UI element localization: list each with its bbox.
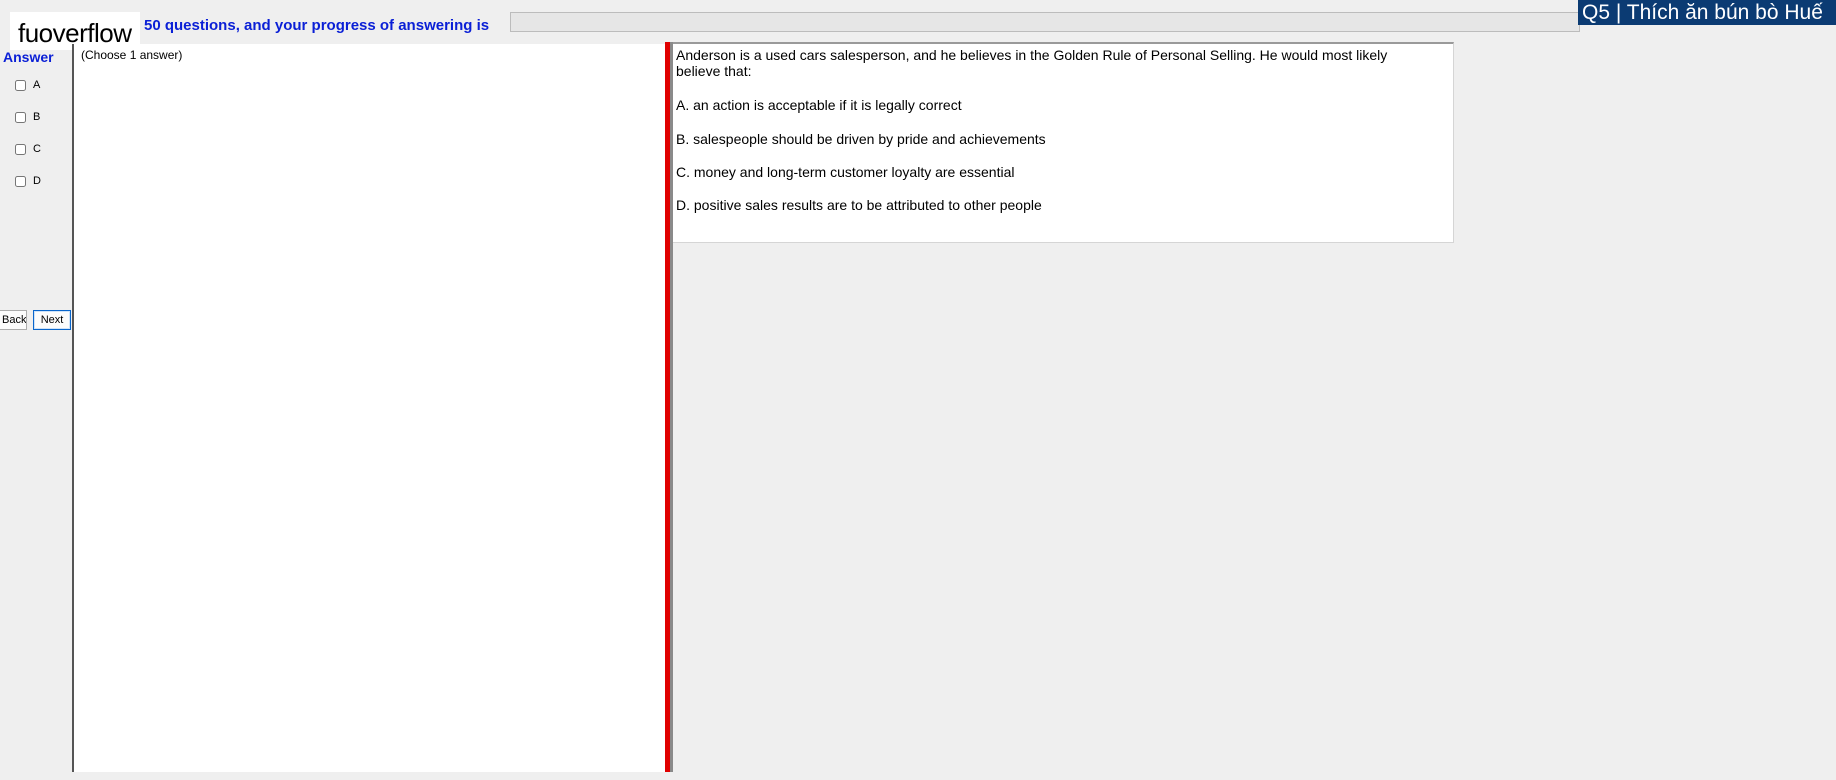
question-box: Anderson is a used cars salesperson, and…: [673, 42, 1454, 243]
choice-d-checkbox[interactable]: [15, 175, 26, 187]
option-d: D. positive sales results are to be attr…: [676, 197, 1042, 213]
choice-d-label: D: [33, 175, 41, 187]
choice-c-checkbox[interactable]: [15, 143, 26, 155]
choice-b-checkbox[interactable]: [15, 111, 26, 123]
back-button[interactable]: Back: [0, 310, 27, 330]
question-text: Anderson is a used cars salesperson, and…: [676, 47, 1388, 79]
option-c: C. money and long-term customer loyalty …: [676, 164, 1015, 180]
choice-a-label: A: [33, 79, 41, 91]
choice-c[interactable]: C: [15, 141, 41, 157]
answer-title: Answer: [3, 49, 54, 65]
progress-bar: [510, 12, 1580, 32]
choice-a-checkbox[interactable]: [15, 79, 26, 91]
choose-instruction: (Choose 1 answer): [81, 48, 183, 62]
choice-b[interactable]: B: [15, 109, 40, 125]
question-title-badge: Q5 | Thích ăn bún bò Huế: [1578, 0, 1836, 25]
choice-d[interactable]: D: [15, 173, 41, 189]
option-a: A. an action is acceptable if it is lega…: [676, 97, 962, 113]
choice-c-label: C: [33, 143, 41, 155]
progress-text: 50 questions, and your progress of answe…: [144, 17, 490, 34]
answer-notes-pane: (Choose 1 answer): [72, 44, 666, 772]
next-button[interactable]: Next: [33, 310, 71, 330]
choice-b-label: B: [33, 111, 41, 123]
answer-panel: Answer A B C D Back Next: [0, 44, 72, 780]
option-b: B. salespeople should be driven by pride…: [676, 131, 1046, 147]
choice-a[interactable]: A: [15, 77, 40, 93]
